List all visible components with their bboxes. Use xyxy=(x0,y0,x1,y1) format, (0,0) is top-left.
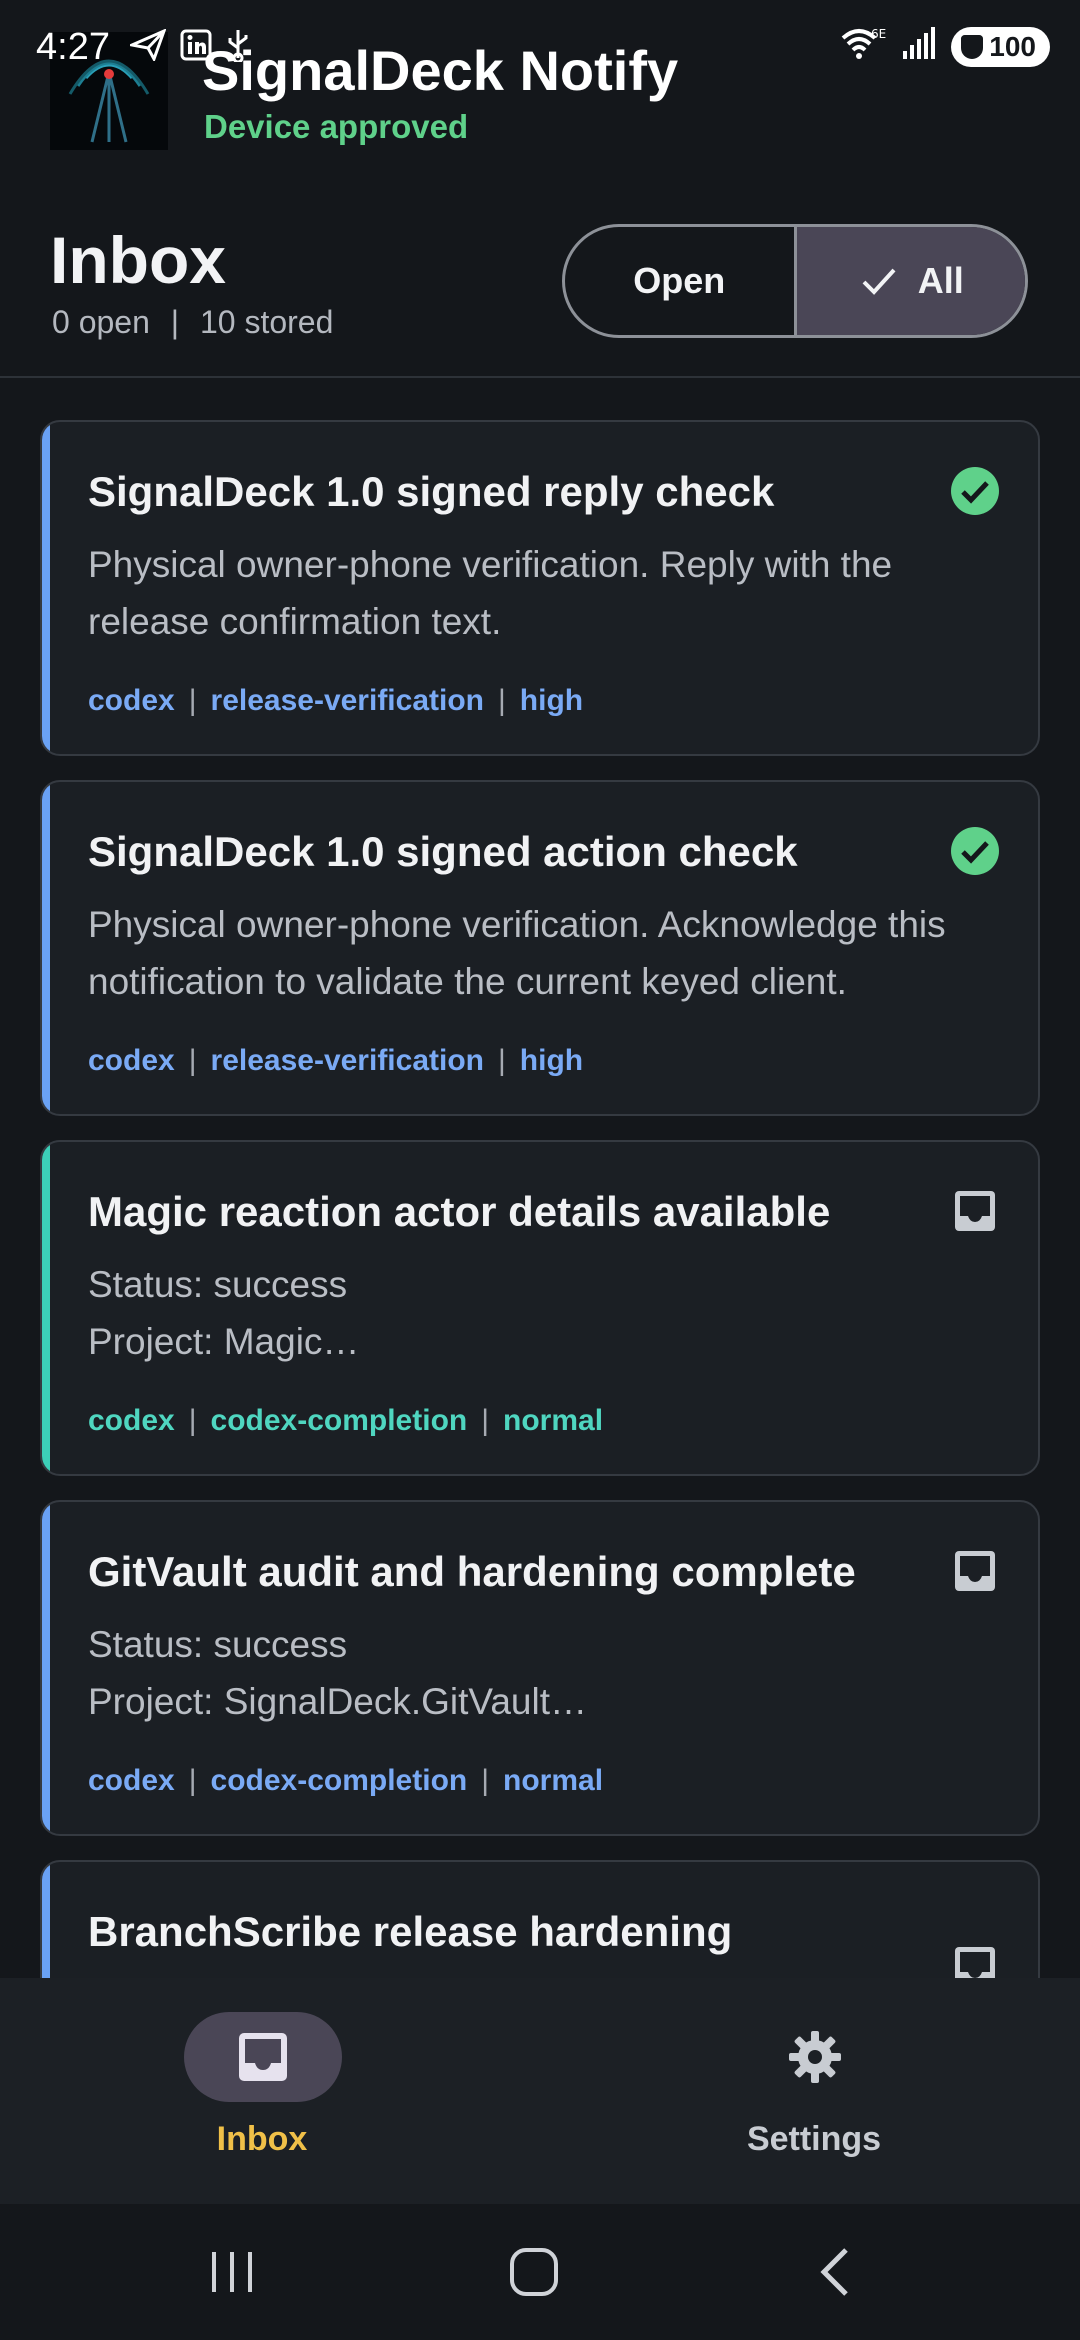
filter-open-label: Open xyxy=(633,260,726,301)
notification-card[interactable]: BranchScribe release hardening xyxy=(40,1860,1040,1978)
linkedin-icon xyxy=(180,29,212,68)
tag-category: release-verification xyxy=(210,1044,484,1077)
card-accent-bar xyxy=(42,782,50,1114)
tag-category: release-verification xyxy=(210,684,484,717)
inbox-tray-icon xyxy=(239,2033,287,2081)
filter-all-button[interactable]: All xyxy=(796,227,1025,335)
inbox-tray-icon xyxy=(955,1191,995,1231)
tag-separator: | xyxy=(188,1044,197,1077)
nav-inbox-label: Inbox xyxy=(216,2120,308,2158)
notification-project-line: Project: Magic… xyxy=(88,1321,360,1362)
battery-indicator: 100 xyxy=(951,26,1050,67)
notification-card[interactable]: SignalDeck 1.0 signed reply check Physic… xyxy=(40,420,1040,756)
signal-icon xyxy=(901,27,937,66)
notification-body: Physical owner-phone verification. Ackno… xyxy=(88,904,946,1002)
check-circle-icon xyxy=(951,827,999,875)
tag-separator: | xyxy=(188,1404,197,1437)
notification-title: GitVault audit and hardening complete xyxy=(88,1548,856,1595)
notification-card[interactable]: Magic reaction actor details available S… xyxy=(40,1140,1040,1476)
tag-separator: | xyxy=(188,684,197,717)
nav-settings-label: Settings xyxy=(746,2120,882,2158)
notification-tags: codex | codex-completion | normal xyxy=(88,1404,603,1438)
tag-separator: | xyxy=(481,1404,490,1437)
wifi-icon: 6E xyxy=(839,26,887,67)
nav-inbox[interactable]: Inbox xyxy=(112,2012,412,2172)
notification-tags: codex | release-verification | high xyxy=(88,684,583,718)
filter-open-button[interactable]: Open xyxy=(565,227,797,335)
notification-title: SignalDeck 1.0 signed action check xyxy=(88,828,798,875)
stored-count: 10 stored xyxy=(199,304,334,340)
count-separator: | xyxy=(170,304,180,340)
svg-text:6E: 6E xyxy=(871,27,886,41)
status-time: 4:27 xyxy=(36,26,110,68)
status-right-icons: 6E 100 xyxy=(839,26,1050,67)
recent-apps-icon[interactable] xyxy=(202,2242,262,2302)
tag-priority: high xyxy=(519,684,584,717)
usb-icon xyxy=(226,28,250,69)
card-accent-bar xyxy=(42,1142,50,1474)
back-icon[interactable] xyxy=(808,2242,868,2302)
inbox-header: Inbox 0 open | 10 stored Open All xyxy=(0,200,1080,378)
system-navigation-bar xyxy=(0,2204,1080,2340)
notification-title: BranchScribe release hardening xyxy=(88,1908,733,1955)
shield-icon xyxy=(961,34,984,59)
device-status: Device approved xyxy=(204,108,469,145)
home-icon[interactable] xyxy=(504,2242,564,2302)
bottom-navigation: Inbox Settings xyxy=(0,1978,1080,2204)
tag-priority: normal xyxy=(503,1764,604,1797)
tag-category: codex-completion xyxy=(210,1764,468,1797)
notification-project-line: Project: SignalDeck.GitVault… xyxy=(88,1681,588,1722)
filter-all-label: All xyxy=(917,260,964,301)
page-title: Inbox xyxy=(50,223,226,297)
battery-level: 100 xyxy=(989,30,1036,62)
tag-separator: | xyxy=(188,1764,197,1797)
notification-card[interactable]: SignalDeck 1.0 signed action check Physi… xyxy=(40,780,1040,1116)
nav-settings[interactable]: Settings xyxy=(664,2012,964,2172)
tag-category: codex-completion xyxy=(210,1404,468,1437)
card-accent-bar xyxy=(42,1862,50,1978)
notification-status-line: Status: success xyxy=(88,1264,348,1305)
check-icon xyxy=(862,268,896,295)
tag-priority: high xyxy=(519,1044,584,1077)
notification-body: Status: success Project: Magic… xyxy=(88,1256,988,1370)
notification-list[interactable]: SignalDeck 1.0 signed reply check Physic… xyxy=(0,380,1080,1978)
tag-source: codex xyxy=(88,1404,175,1437)
inbox-counts: 0 open | 10 stored xyxy=(52,304,333,341)
tag-separator: | xyxy=(481,1764,490,1797)
notification-status-line: Status: success xyxy=(88,1624,348,1665)
paper-plane-icon xyxy=(126,28,167,68)
inbox-tray-icon xyxy=(955,1551,995,1591)
inbox-tray-icon xyxy=(955,1947,995,1978)
tag-priority: normal xyxy=(503,1404,604,1437)
card-accent-bar xyxy=(42,1502,50,1834)
gear-icon xyxy=(789,2031,841,2083)
notification-body: Status: success Project: SignalDeck.GitV… xyxy=(88,1616,988,1730)
tag-source: codex xyxy=(88,1044,175,1077)
card-accent-bar xyxy=(42,422,50,754)
notification-title: SignalDeck 1.0 signed reply check xyxy=(88,468,775,515)
tag-source: codex xyxy=(88,1764,175,1797)
check-circle-icon xyxy=(951,467,999,515)
notification-card[interactable]: GitVault audit and hardening complete St… xyxy=(40,1500,1040,1836)
tag-separator: | xyxy=(498,684,506,717)
notification-title: Magic reaction actor details available xyxy=(88,1188,831,1235)
notification-body: Physical owner-phone verification. Reply… xyxy=(88,544,893,642)
filter-segmented-control: Open All xyxy=(562,224,1028,338)
status-bar: 4:27 6E 100 xyxy=(0,0,1080,70)
notification-tags: codex | codex-completion | normal xyxy=(88,1764,603,1798)
status-notification-icons xyxy=(126,28,250,69)
open-count: 0 open xyxy=(52,304,150,340)
tag-source: codex xyxy=(88,684,175,717)
tag-separator: | xyxy=(498,1044,506,1077)
notification-tags: codex | release-verification | high xyxy=(88,1044,583,1078)
